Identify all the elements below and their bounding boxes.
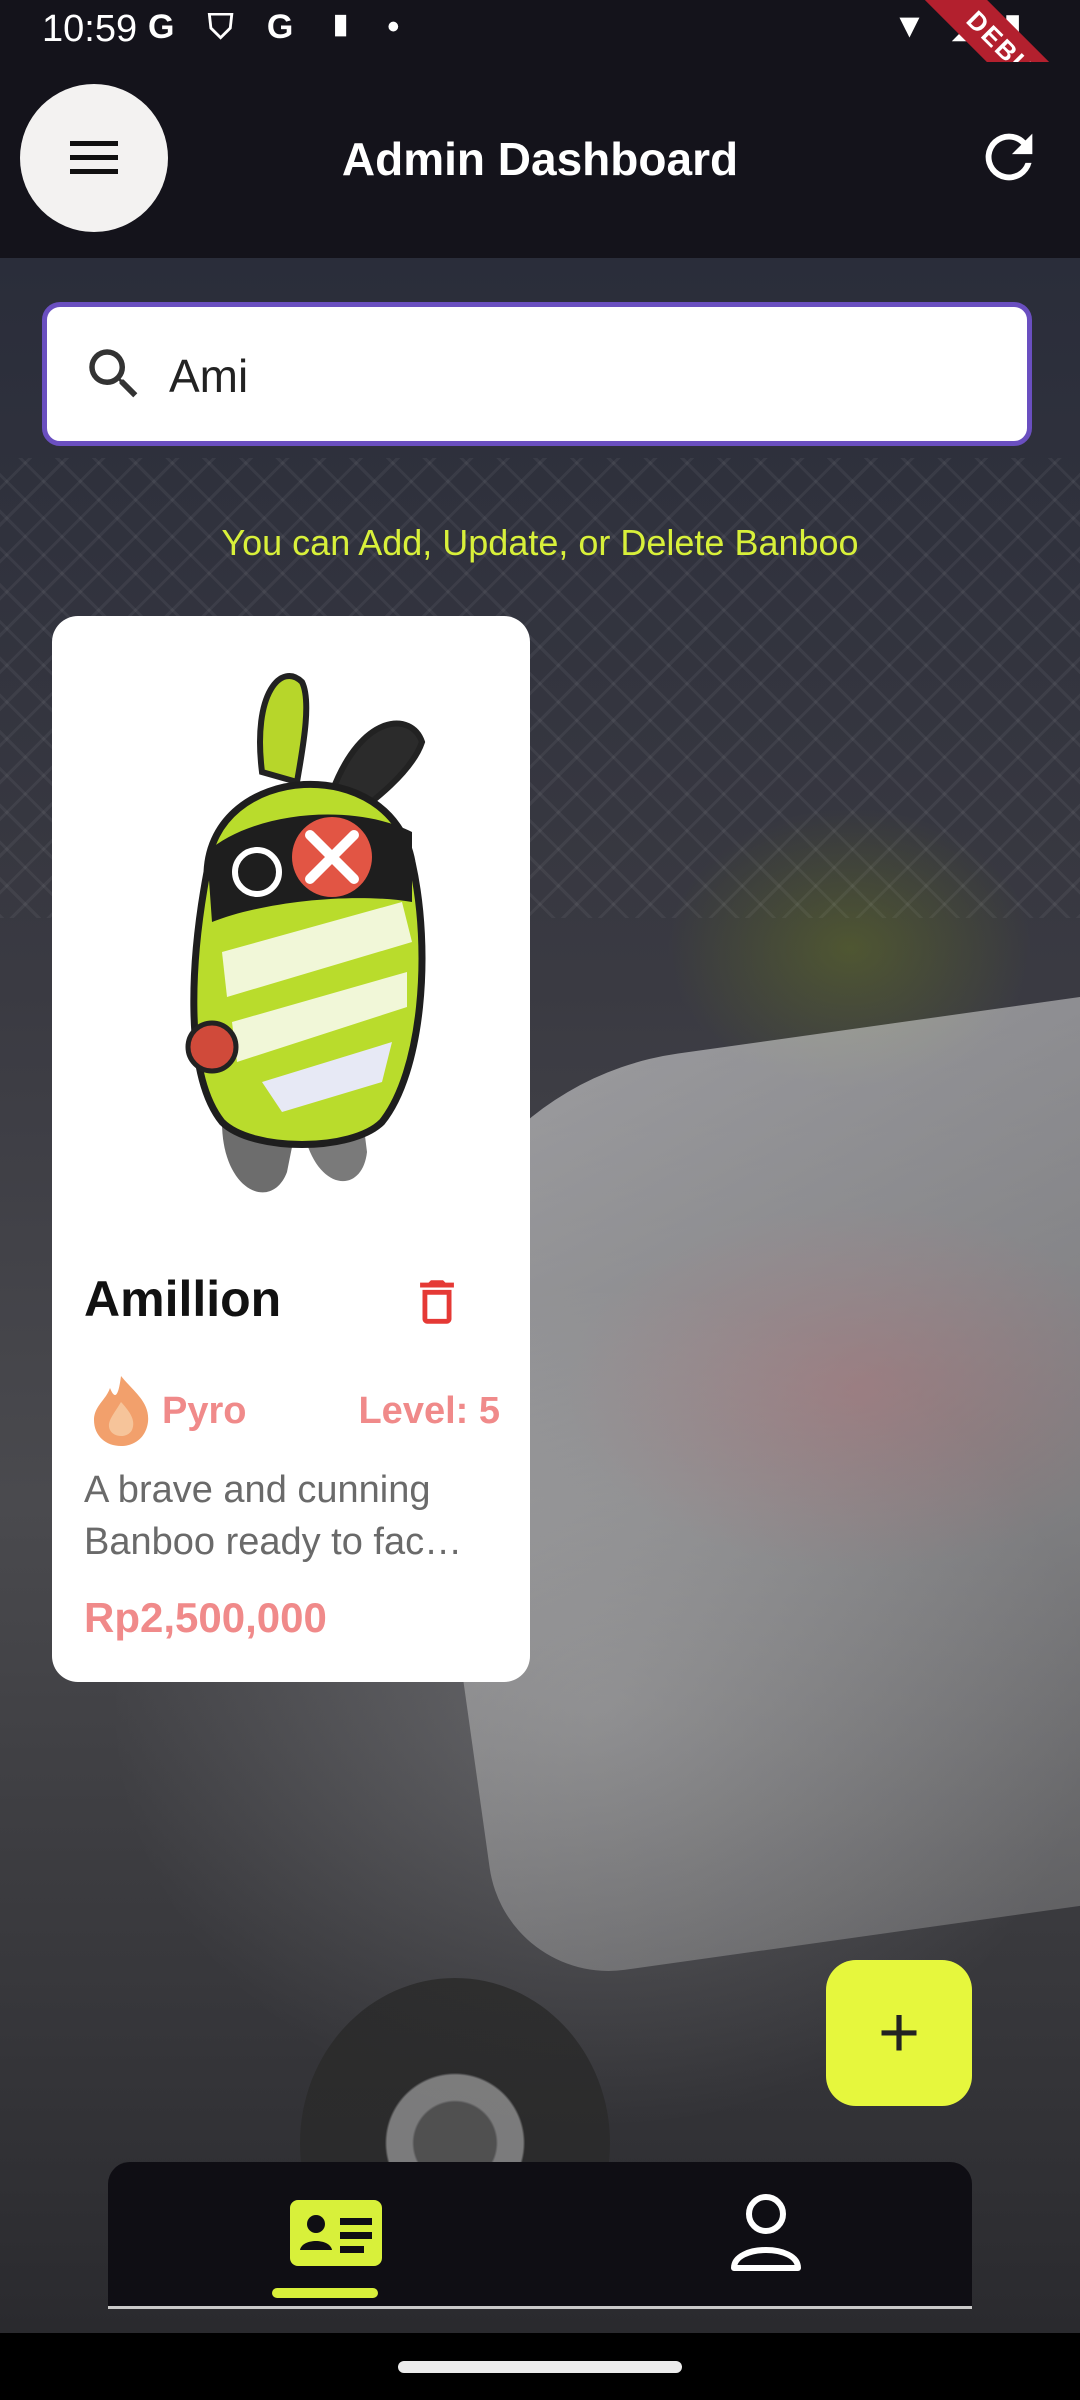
id-card-icon[interactable] xyxy=(288,2198,384,2268)
plus-icon: + xyxy=(877,1993,921,2073)
banboo-card[interactable]: Amillion Pyro Level: 5 A brave and cunni… xyxy=(52,616,530,1682)
element-label: Pyro xyxy=(162,1390,247,1432)
search-icon xyxy=(89,349,138,398)
person-icon[interactable] xyxy=(728,2192,804,2272)
search-input[interactable] xyxy=(167,333,991,419)
status-bar: 10:59 G ⛉ G ▮ • ▼ ◢ ▮ DEBUG xyxy=(0,0,1080,160)
status-notification-icons: G ⛉ G ▮ • xyxy=(148,8,412,46)
level-label: Level: 5 xyxy=(358,1390,500,1432)
delete-icon[interactable] xyxy=(408,1270,466,1334)
active-tab-indicator xyxy=(272,2288,378,2298)
banboo-description: A brave and cunning Banboo ready to fac… xyxy=(84,1469,463,1563)
amillion-banboo-image xyxy=(185,673,426,1193)
banboo-name: Amillion xyxy=(84,1271,282,1327)
app-bar: Admin Dashboard xyxy=(0,62,1080,258)
status-time: 10:59 xyxy=(42,8,138,50)
banboo-price: Rp2,500,000 xyxy=(84,1594,327,1641)
home-indicator[interactable] xyxy=(398,2361,682,2373)
search-field[interactable] xyxy=(42,302,1032,446)
refresh-icon[interactable] xyxy=(974,122,1044,192)
hint-text: You can Add, Update, or Delete Banboo xyxy=(221,522,859,563)
page-title: Admin Dashboard xyxy=(341,133,739,185)
system-navigation-bar xyxy=(0,2333,1080,2400)
add-banboo-button[interactable]: + xyxy=(826,1960,972,2106)
pyro-element-icon xyxy=(94,1376,149,1446)
bottom-navigation xyxy=(108,2162,972,2309)
